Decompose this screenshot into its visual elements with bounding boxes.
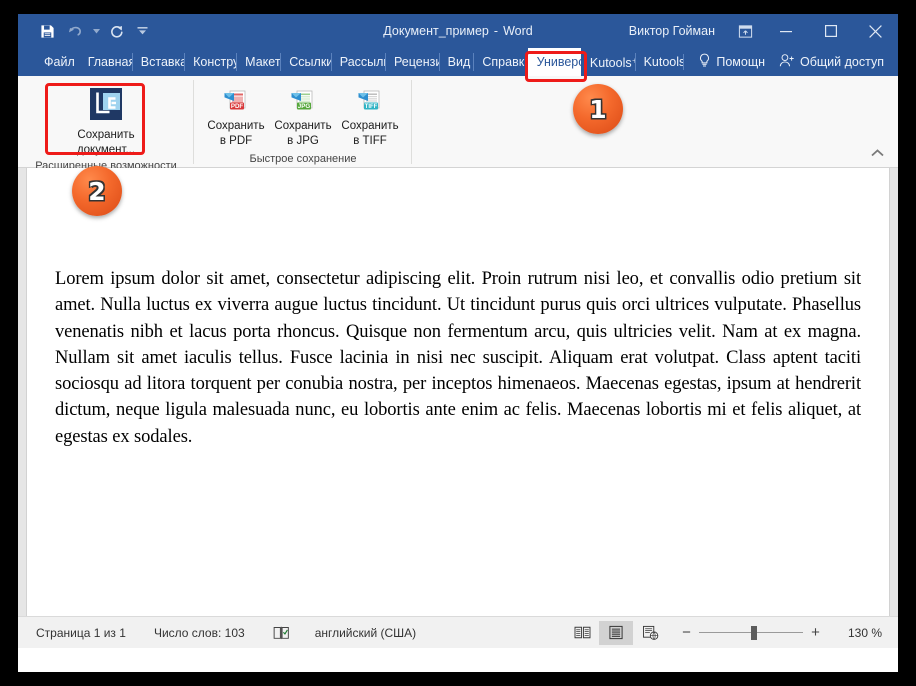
title-bar-right: Виктор Гойман bbox=[629, 14, 898, 48]
word-window: Документ_пример - Word Виктор Гойман Фай… bbox=[18, 14, 898, 672]
save-icon[interactable] bbox=[34, 18, 60, 44]
zoom-out-button[interactable]: − bbox=[681, 624, 692, 641]
tab-help[interactable]: Справка bbox=[473, 48, 528, 76]
tab-view[interactable]: Вид bbox=[438, 48, 474, 76]
language-status[interactable]: английский (США) bbox=[315, 626, 416, 640]
tab-strip-right: Помощн Общий доступ bbox=[683, 48, 898, 76]
ribbon-group-advanced-body: Сохранить документ... bbox=[60, 76, 152, 160]
undo-icon[interactable] bbox=[62, 18, 88, 44]
ribbon-group-quick-save-body: PDF Сохранить в PDF JPG Сохранить в JPG … bbox=[204, 76, 403, 153]
tab-strip-divider bbox=[683, 54, 685, 70]
save-as-tiff-label: Сохранить в TIFF bbox=[341, 119, 398, 149]
svg-text:JPG: JPG bbox=[298, 103, 311, 110]
page-number-status[interactable]: Страница 1 из 1 bbox=[36, 626, 126, 640]
app-name: Word bbox=[503, 24, 533, 38]
document-area: Lorem ipsum dolor sit amet, consectetur … bbox=[18, 168, 898, 616]
tab-references[interactable]: Ссылки bbox=[280, 48, 331, 76]
zoom-slider[interactable] bbox=[699, 625, 803, 640]
lightbulb-icon bbox=[698, 53, 711, 71]
undo-dropdown-icon[interactable] bbox=[90, 18, 102, 44]
title-separator: - bbox=[493, 24, 499, 38]
tab-mailings[interactable]: Рассылк bbox=[330, 48, 385, 76]
document-name: Документ_пример bbox=[383, 24, 489, 38]
save-as-jpg-button[interactable]: JPG Сохранить в JPG bbox=[271, 81, 336, 151]
minimize-icon[interactable] bbox=[763, 14, 808, 48]
save-as-jpg-label-line1: Сохранить bbox=[274, 120, 332, 132]
collapse-ribbon-icon[interactable] bbox=[868, 145, 886, 161]
svg-text:TIFF: TIFF bbox=[365, 104, 378, 110]
zoom-control: − + 130 % bbox=[681, 624, 882, 641]
save-as-jpg-icon: JPG bbox=[290, 89, 316, 115]
web-layout-icon[interactable] bbox=[633, 621, 667, 645]
save-as-pdf-icon: PDF bbox=[223, 89, 249, 115]
print-layout-icon[interactable] bbox=[599, 620, 633, 645]
ribbon-group-quick-save: PDF Сохранить в PDF JPG Сохранить в JPG … bbox=[194, 76, 412, 168]
zoom-in-button[interactable]: + bbox=[810, 624, 821, 641]
tab-insert[interactable]: Вставка bbox=[131, 48, 184, 76]
account-name[interactable]: Виктор Гойман bbox=[629, 24, 727, 38]
word-count-status[interactable]: Число слов: 103 bbox=[154, 626, 245, 640]
step-badge-2: 2 bbox=[72, 166, 122, 216]
save-document-label-line2: документ... bbox=[76, 144, 136, 156]
tab-layout[interactable]: Макет bbox=[236, 48, 280, 76]
ribbon-group-advanced: Сохранить документ... Расширенные возмож… bbox=[18, 76, 194, 172]
zoom-slider-knob[interactable] bbox=[751, 625, 757, 640]
ribbon: Сохранить документ... Расширенные возмож… bbox=[18, 76, 898, 172]
save-as-pdf-label-line1: Сохранить bbox=[207, 120, 265, 132]
status-bar-right: − + 130 % bbox=[565, 620, 898, 645]
proofing-errors-icon[interactable] bbox=[273, 625, 291, 641]
svg-text:PDF: PDF bbox=[231, 103, 244, 110]
close-icon[interactable] bbox=[853, 14, 898, 48]
quick-access-toolbar bbox=[18, 18, 152, 44]
zoom-level-label[interactable]: 130 % bbox=[836, 626, 882, 640]
screenshot-root: Документ_пример - Word Виктор Гойман Фай… bbox=[0, 0, 916, 686]
save-as-pdf-label: Сохранить в PDF bbox=[207, 119, 264, 149]
save-as-tiff-label-line2: в TIFF bbox=[353, 135, 387, 147]
ribbon-group-quick-save-title: Быстрое сохранение bbox=[249, 153, 357, 165]
tab-kutools[interactable]: Kutools bbox=[634, 48, 683, 76]
tab-home[interactable]: Главная bbox=[79, 48, 132, 76]
customize-quick-access-icon[interactable] bbox=[132, 18, 152, 44]
save-as-tiff-icon: TIFF bbox=[357, 89, 383, 115]
share-person-icon bbox=[779, 53, 795, 71]
tell-me-label: Помощн bbox=[716, 55, 766, 69]
step-badge-1: 1 bbox=[573, 84, 623, 134]
save-as-pdf-button[interactable]: PDF Сохранить в PDF bbox=[204, 81, 269, 151]
document-page[interactable]: Lorem ipsum dolor sit amet, consectetur … bbox=[27, 168, 889, 616]
save-as-jpg-label: Сохранить в JPG bbox=[274, 119, 331, 149]
save-as-tiff-label-line1: Сохранить bbox=[341, 120, 399, 132]
ribbon-tab-strip: Файл Главная Вставка Констру Макет Ссылк… bbox=[18, 48, 898, 76]
tab-kutools-plus[interactable]: Kutools⁺ bbox=[581, 48, 635, 76]
save-document-label: Сохранить документ... bbox=[77, 128, 135, 158]
save-as-jpg-label-line2: в JPG bbox=[287, 135, 319, 147]
status-bar: Страница 1 из 1 Число слов: 103 английск… bbox=[18, 616, 898, 648]
tab-universal-document-converter[interactable]: Универс bbox=[527, 48, 581, 76]
maximize-icon[interactable] bbox=[808, 14, 853, 48]
document-body-text[interactable]: Lorem ipsum dolor sit amet, consectetur … bbox=[55, 266, 861, 450]
share-button[interactable]: Общий доступ bbox=[779, 53, 884, 71]
save-document-icon bbox=[86, 85, 126, 125]
tab-design[interactable]: Констру bbox=[184, 48, 236, 76]
share-label: Общий доступ bbox=[800, 55, 884, 69]
ribbon-display-options-icon[interactable] bbox=[727, 14, 763, 48]
title-bar: Документ_пример - Word Виктор Гойман bbox=[18, 14, 898, 48]
tell-me-button[interactable]: Помощн bbox=[698, 53, 765, 71]
read-mode-icon[interactable] bbox=[565, 621, 599, 645]
save-as-tiff-button[interactable]: TIFF Сохранить в TIFF bbox=[338, 81, 403, 151]
save-document-label-line1: Сохранить bbox=[77, 129, 135, 141]
redo-icon[interactable] bbox=[104, 18, 130, 44]
tab-review[interactable]: Рецензи bbox=[385, 48, 439, 76]
save-as-pdf-label-line2: в PDF bbox=[219, 135, 253, 147]
tab-file[interactable]: Файл bbox=[38, 48, 79, 76]
save-document-button[interactable]: Сохранить документ... bbox=[60, 81, 152, 160]
